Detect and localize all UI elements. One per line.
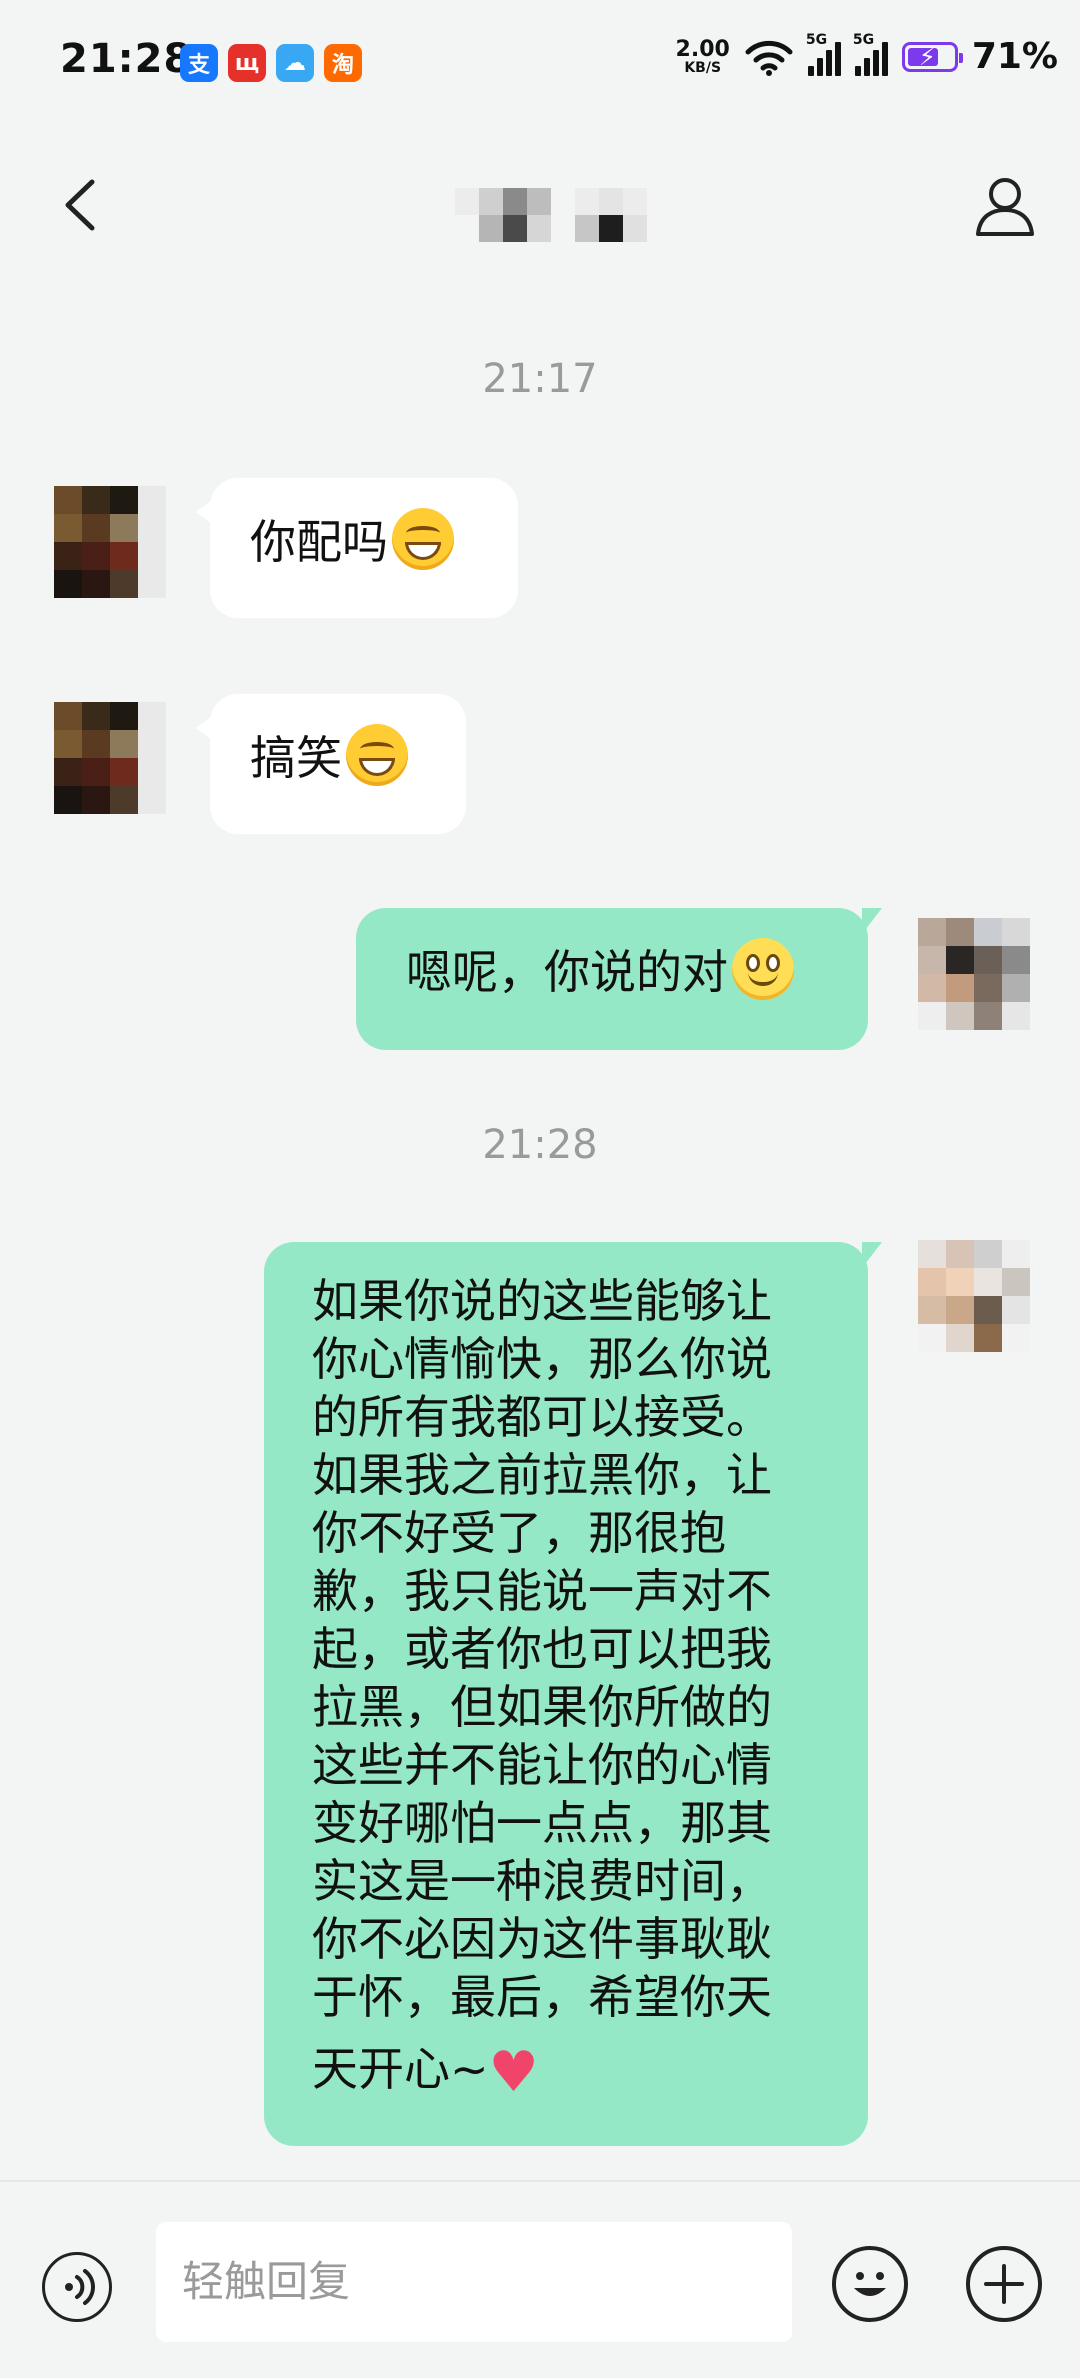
battery-percent: 71% [971,36,1058,77]
signal-icon-1: 5G [806,32,841,76]
my-avatar[interactable] [918,918,1030,1030]
taobao-flash-icon: 淘 [324,44,362,82]
message-line: 天开心~ [312,2042,489,2096]
message-line: 你不必因为这件事耿耿 [312,1912,772,1966]
message-line: 如果你说的这些能够让 [312,1274,772,1328]
status-right: 2.00 KB/S 5G 5G ⚡ 71% [675,32,1058,78]
status-bar: 21:28 支 щ ☁ 淘 2.00 KB/S 5G 5G ⚡ 71% [0,0,1080,120]
message-timestamp: 21:28 [482,1122,598,1168]
wifi-icon [745,40,793,76]
message-line: 你心情愉快，那么你说 [312,1332,772,1386]
network-speed-value: 2.00 [675,36,730,62]
message-text: 嗯呢，你说的对 [406,945,728,999]
contact-avatar[interactable] [54,702,166,814]
smile-emoji-icon [732,938,794,1000]
reply-bar: 轻触回复 [0,2180,1080,2378]
message-line: 歉，我只能说一声对不 [312,1564,772,1618]
plus-icon [984,2264,1024,2304]
status-time: 21:28 [60,36,193,82]
heart-emoji-icon: ♥ [488,2040,539,2105]
weather-icon: ☁ [276,44,314,82]
chat-header [0,140,1080,270]
signal-label-1: 5G [805,31,828,48]
battery-icon: ⚡ [901,41,963,72]
signal-label-2: 5G [852,31,875,48]
message-text: 你配吗 [250,515,388,569]
message-line: 于怀，最后，希望你天 [312,1970,772,2024]
grin-emoji-icon [392,508,454,570]
message-line: 起，或者你也可以把我 [312,1622,772,1676]
message-line: 这些并不能让你的心情 [312,1738,772,1792]
status-app-icons: 支 щ ☁ 淘 [180,44,362,82]
voice-icon [65,2269,95,2305]
emoji-icon [854,2272,886,2296]
reply-input[interactable]: 轻触回复 [156,2222,792,2342]
plus-button[interactable] [966,2246,1042,2322]
message-line: 的所有我都可以接受。 [312,1390,772,1444]
news-app-icon: щ [228,44,266,82]
person-icon [976,178,1034,236]
message-line: 如果我之前拉黑你，让 [312,1448,772,1502]
message-timestamp: 21:17 [482,356,598,402]
network-speed: 2.00 KB/S [675,36,730,76]
voice-button[interactable] [42,2252,112,2322]
back-button[interactable] [52,170,112,240]
network-speed-unit: KB/S [684,59,722,76]
signal-icon-2: 5G [853,32,888,76]
grin-emoji-icon [346,724,408,786]
message-line: 实这是一种浪费时间， [312,1854,772,1908]
my-avatar[interactable] [918,1240,1030,1352]
contact-name-pixelated [455,188,647,242]
alipay-icon: 支 [180,44,218,82]
message-text: 搞笑 [250,731,342,785]
message-line: 变好哪怕一点点，那其 [312,1796,772,1850]
incoming-message-bubble[interactable]: 搞笑 [196,694,466,834]
incoming-message-bubble[interactable]: 你配吗 [196,478,518,618]
outgoing-message-bubble[interactable]: 嗯呢，你说的对 [356,908,882,1050]
contact-avatar[interactable] [54,486,166,598]
outgoing-message-bubble[interactable]: 如果你说的这些能够让 你心情愉快，那么你说 的所有我都可以接受。 如果我之前拉黑… [264,1242,882,2146]
emoji-button[interactable] [832,2246,908,2322]
profile-button[interactable] [970,170,1040,240]
message-line: 拉黑，但如果你所做的 [312,1680,772,1734]
chevron-left-icon [65,179,95,231]
message-line: 你不好受了，那很抱 [312,1506,726,1560]
